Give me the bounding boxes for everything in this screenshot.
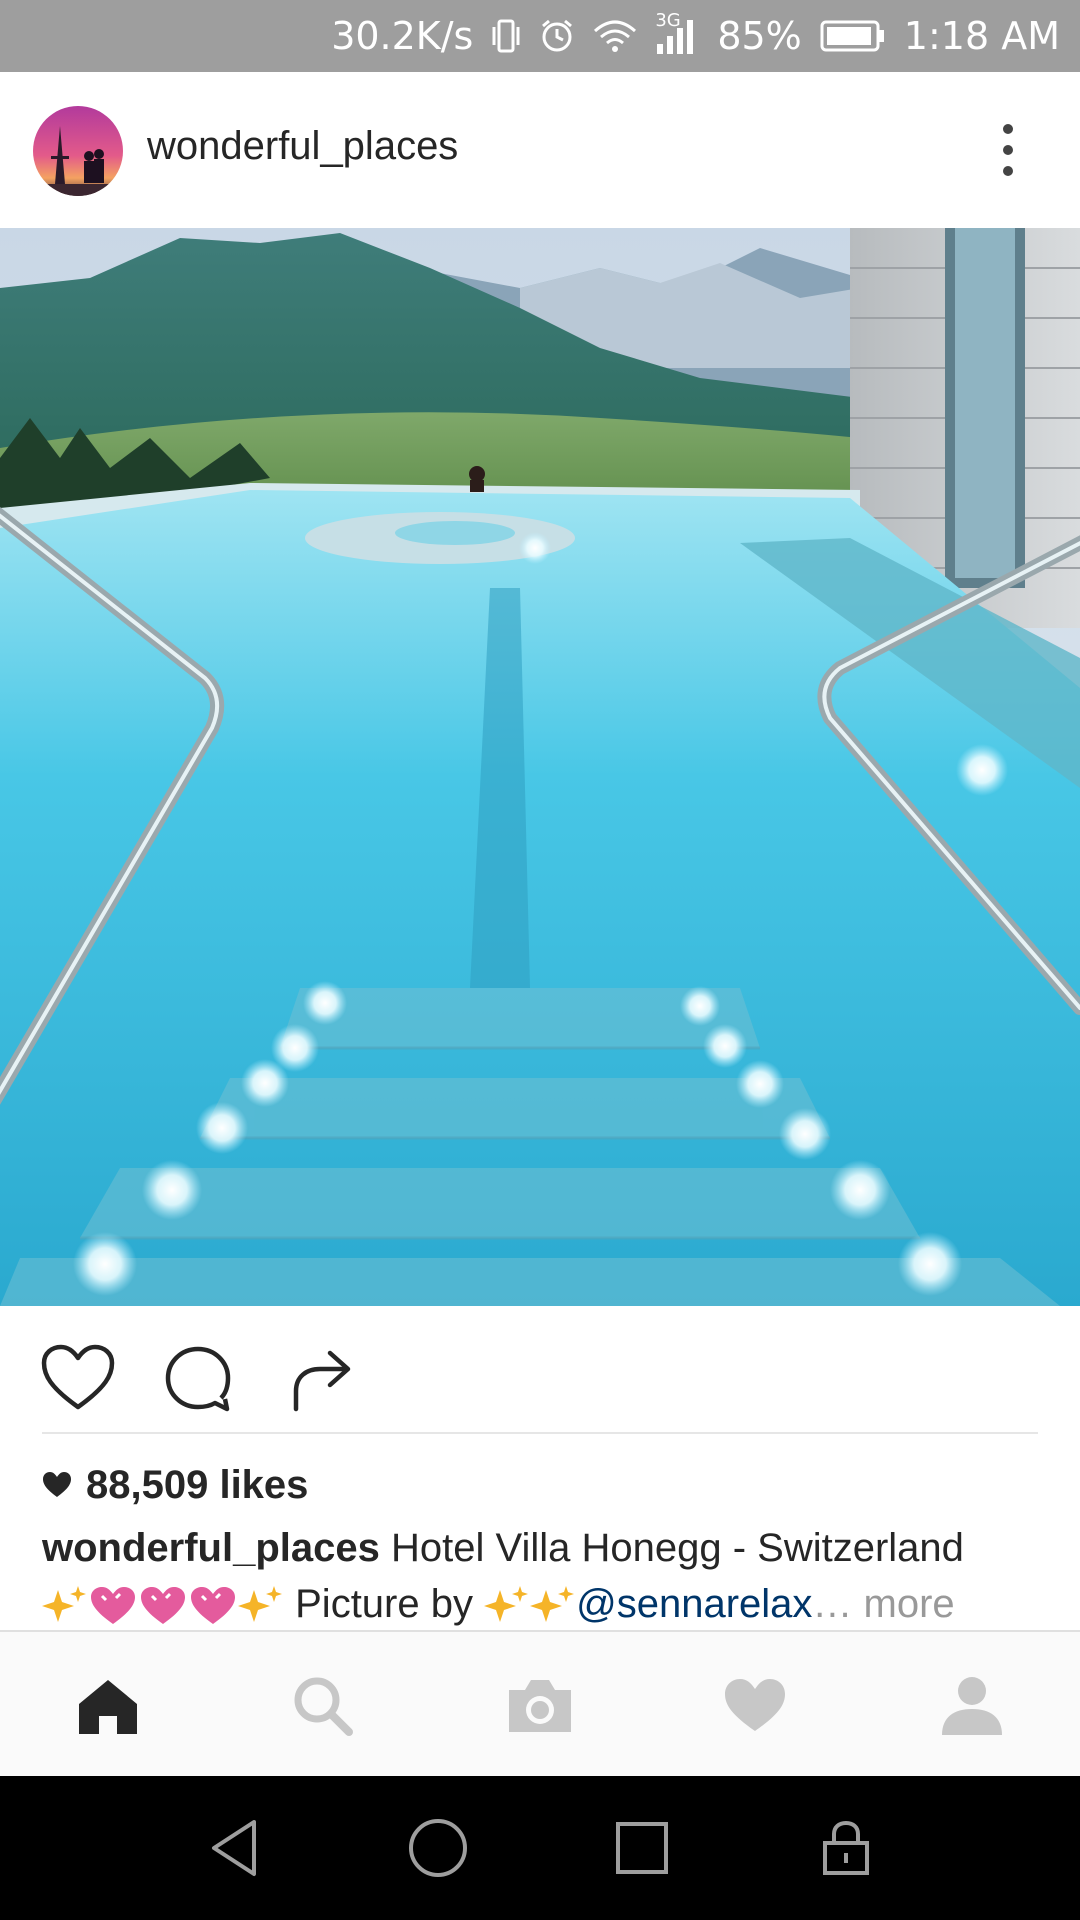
lock-icon[interactable] xyxy=(804,1806,888,1890)
bottom-nav xyxy=(0,1630,1080,1776)
vibrate-icon xyxy=(491,17,521,55)
back-icon[interactable] xyxy=(192,1806,276,1890)
likes-row[interactable]: 88,509 likes xyxy=(42,1460,308,1510)
mention-link[interactable]: @sennarelax xyxy=(576,1582,812,1626)
alarm-icon xyxy=(539,18,575,54)
battery-icon xyxy=(820,19,886,53)
comment-icon[interactable] xyxy=(158,1338,238,1418)
search-icon[interactable] xyxy=(283,1666,363,1746)
status-bar: 30.2K/s 3G 85% 1:18 AM xyxy=(0,0,1080,72)
network-speed: 30.2K/s xyxy=(331,14,474,58)
sparkles-icon xyxy=(238,1586,282,1623)
recents-icon[interactable] xyxy=(600,1806,684,1890)
dot-icon xyxy=(1003,166,1013,177)
post-actions xyxy=(0,1306,1080,1434)
camera-icon[interactable] xyxy=(500,1666,580,1746)
sparkles-icon xyxy=(484,1586,529,1623)
sparkling-heart-icon xyxy=(191,1587,235,1625)
clock: 1:18 AM xyxy=(903,14,1060,58)
heart-filled-icon xyxy=(43,1472,71,1497)
likes-count: 88,509 likes xyxy=(86,1462,309,1507)
signal-icon: 3G xyxy=(655,10,699,56)
more-options-button[interactable] xyxy=(990,118,1026,182)
emoji-group xyxy=(42,1584,284,1628)
system-nav xyxy=(0,1776,1080,1920)
dot-icon xyxy=(1003,123,1013,134)
divider xyxy=(42,1432,1038,1434)
share-icon[interactable] xyxy=(280,1338,360,1418)
sparkling-heart-icon xyxy=(141,1587,185,1625)
emoji-group-2 xyxy=(484,1584,576,1628)
caption-text: Hotel Villa Honegg - Switzerland xyxy=(391,1526,964,1570)
activity-heart-icon[interactable] xyxy=(715,1666,795,1746)
sparkling-heart-icon xyxy=(91,1587,135,1625)
post-username[interactable]: wonderful_places xyxy=(147,124,458,169)
avatar[interactable] xyxy=(33,106,123,196)
wifi-icon xyxy=(593,19,637,53)
profile-icon[interactable] xyxy=(932,1666,1012,1746)
ellipsis: … xyxy=(812,1582,853,1626)
caption-line-2: Picture by @sennarelax… more xyxy=(42,1576,1052,1632)
more-link[interactable]: more xyxy=(864,1582,955,1626)
home-circle-icon[interactable] xyxy=(396,1806,480,1890)
network-type: 3G xyxy=(655,10,681,31)
battery-percent: 85% xyxy=(717,14,802,58)
sparkles-icon xyxy=(42,1586,86,1623)
caption-line-1: wonderful_places Hotel Villa Honegg - Sw… xyxy=(42,1520,1052,1576)
like-icon[interactable] xyxy=(38,1338,118,1418)
caption-username[interactable]: wonderful_places xyxy=(42,1526,380,1570)
picture-by-text: Picture by xyxy=(295,1582,473,1626)
post-header: wonderful_places xyxy=(0,72,1080,228)
caption: wonderful_places Hotel Villa Honegg - Sw… xyxy=(42,1520,1052,1632)
dot-icon xyxy=(1003,144,1013,155)
post-photo[interactable] xyxy=(0,228,1080,1306)
sparkles-icon xyxy=(530,1586,575,1623)
home-icon[interactable] xyxy=(68,1666,148,1746)
